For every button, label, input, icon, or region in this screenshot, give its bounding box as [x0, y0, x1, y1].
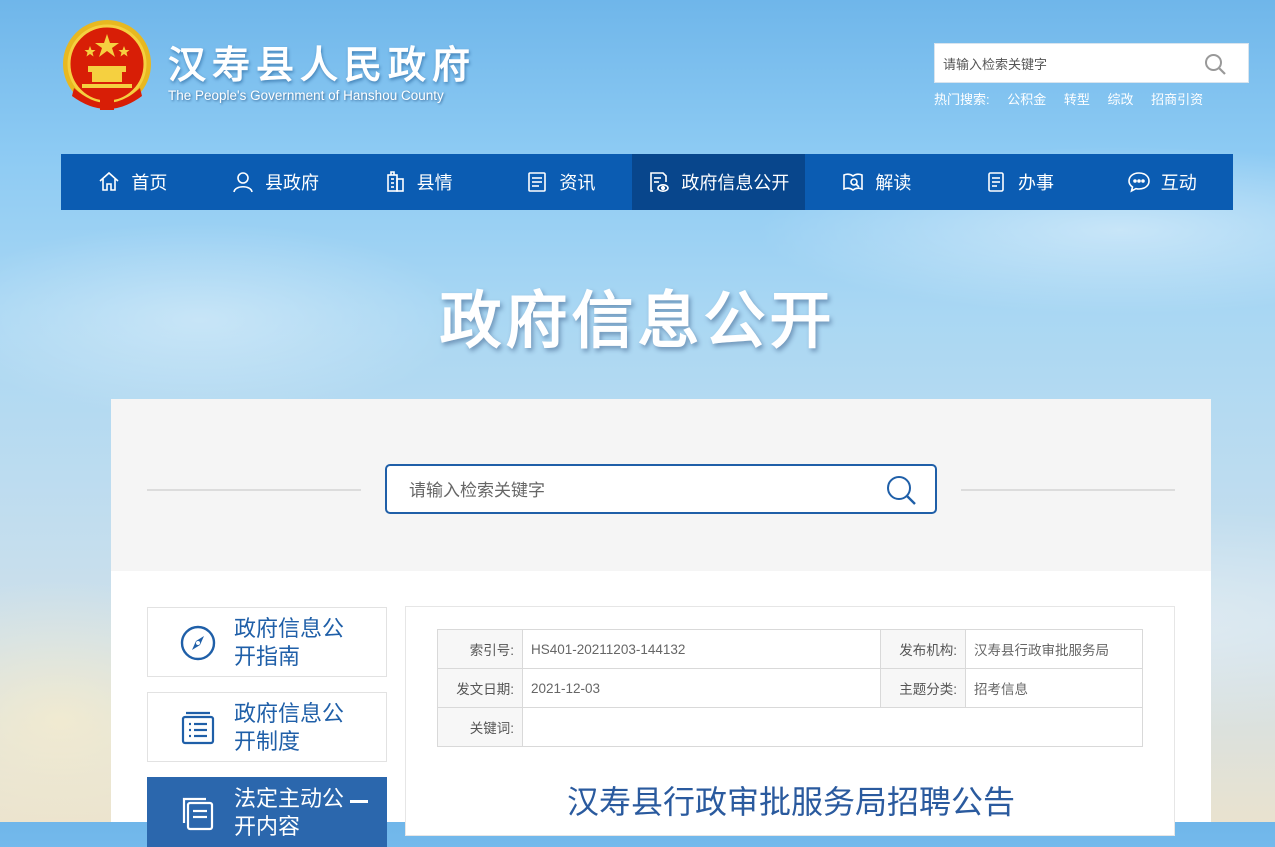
top-search-input[interactable] — [941, 52, 1195, 76]
publisher-value: 汉寿县行政审批服务局 — [965, 629, 1143, 669]
divider-right — [961, 489, 1175, 491]
main-panel: 政府信息公开指南 政府信息公开制度 法定主动公开内容 索引号: HS401-20… — [111, 399, 1211, 847]
divider-left — [147, 489, 361, 491]
nav-item-news[interactable]: 资讯 — [489, 154, 632, 210]
national-emblem-icon — [63, 20, 151, 110]
search-icon[interactable] — [885, 474, 917, 506]
table-row: 索引号: HS401-20211203-144132 发布机构: 汉寿县行政审批… — [437, 629, 1143, 669]
index-label: 索引号: — [437, 629, 523, 669]
article-title: 汉寿县行政审批服务局招聘公告 — [566, 783, 1015, 821]
keywords-value — [522, 707, 1143, 747]
hot-link[interactable]: 招商引资 — [1151, 92, 1203, 107]
nav-item-county-info[interactable]: 县情 — [346, 154, 489, 210]
article-meta-table: 索引号: HS401-20211203-144132 发布机构: 汉寿县行政审批… — [437, 629, 1143, 747]
page-hero-title: 政府信息公开 — [439, 284, 836, 357]
search-band — [111, 399, 1211, 571]
table-row: 关键词: — [437, 707, 1143, 747]
article-content: 索引号: HS401-20211203-144132 发布机构: 汉寿县行政审批… — [405, 606, 1175, 836]
site-subtitle: The People's Government of Hanshou Count… — [168, 88, 444, 103]
collapse-icon[interactable] — [350, 800, 368, 803]
hot-link[interactable]: 转型 — [1064, 92, 1090, 107]
hot-search-label: 热门搜索: — [934, 92, 990, 107]
nav-item-county-government[interactable]: 县政府 — [204, 154, 347, 210]
nav-label: 互动 — [1160, 173, 1197, 194]
book-search-icon — [843, 173, 864, 191]
documents-icon — [182, 797, 214, 831]
search-icon[interactable] — [1204, 53, 1226, 75]
hot-link[interactable]: 公积金 — [1007, 92, 1046, 107]
date-label: 发文日期: — [437, 668, 523, 708]
nav-label: 解读 — [875, 173, 912, 194]
nav-item-gov-info-disclosure[interactable]: 政府信息公开 — [631, 154, 806, 210]
sidebar-item-statutory-content[interactable]: 法定主动公开内容 — [147, 777, 387, 847]
nav-item-interpretation[interactable]: 解读 — [805, 154, 948, 210]
main-search-box — [385, 464, 937, 514]
date-value: 2021-12-03 — [522, 668, 881, 708]
news-icon — [528, 172, 547, 192]
chat-icon — [1127, 172, 1150, 193]
hot-link[interactable]: 综改 — [1108, 92, 1134, 107]
sidebar-item-label: 法定主动公开内容 — [234, 787, 345, 840]
nav-label: 办事 — [1018, 173, 1055, 194]
top-search-box — [934, 43, 1249, 83]
category-value: 招考信息 — [965, 668, 1143, 708]
sidebar-item-guide[interactable]: 政府信息公开指南 — [147, 607, 387, 677]
index-value: HS401-20211203-144132 — [522, 629, 881, 669]
list-document-icon — [181, 711, 215, 745]
nav-label: 县政府 — [265, 173, 319, 194]
keywords-label: 关键词: — [437, 707, 523, 747]
publisher-label: 发布机构: — [880, 629, 966, 669]
category-label: 主题分类: — [880, 668, 966, 708]
home-icon — [99, 171, 119, 191]
main-nav: 首页 县政府 县情 资讯 政府信息公开 解读 办事 互动 — [61, 154, 1233, 210]
nav-label: 资讯 — [559, 173, 596, 194]
nav-item-services[interactable]: 办事 — [948, 154, 1091, 210]
nav-label: 县情 — [416, 173, 453, 194]
nav-item-home[interactable]: 首页 — [61, 154, 204, 210]
site-title: 汉寿县人民政府 — [168, 43, 477, 87]
sidebar-item-label: 政府信息公开指南 — [234, 617, 345, 670]
nav-label: 首页 — [131, 173, 168, 194]
compass-icon — [180, 625, 216, 661]
building-icon — [386, 171, 404, 192]
nav-item-interaction[interactable]: 互动 — [1090, 154, 1233, 210]
hot-search: 热门搜索: 公积金 转型 综改 招商引资 — [934, 89, 1217, 108]
table-row: 发文日期: 2021-12-03 主题分类: 招考信息 — [437, 668, 1143, 708]
sidebar-item-label: 政府信息公开制度 — [234, 702, 345, 755]
nav-label: 政府信息公开 — [681, 173, 790, 194]
clipboard-icon — [988, 172, 1004, 192]
user-icon — [233, 172, 253, 193]
main-search-input[interactable] — [407, 478, 871, 504]
document-eye-icon — [650, 172, 670, 193]
sidebar-item-system[interactable]: 政府信息公开制度 — [147, 692, 387, 762]
